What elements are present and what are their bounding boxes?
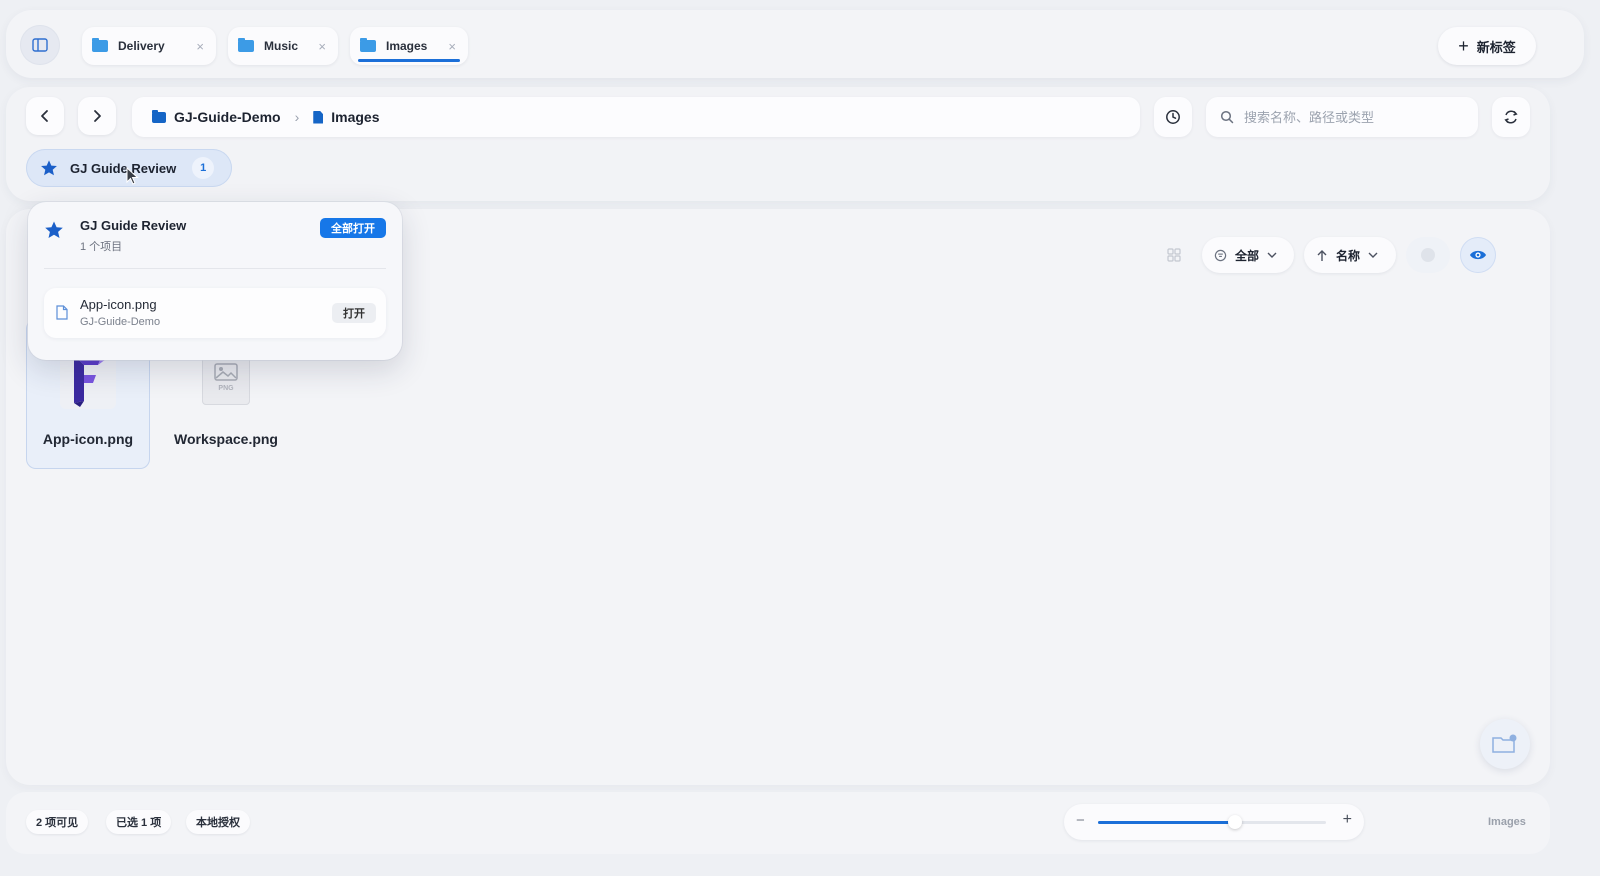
popover-title: GJ Guide Review	[80, 218, 187, 233]
zoom-slider[interactable]	[1098, 815, 1326, 829]
status-bar: 2 项可见 已选 1 项 本地授权 − + Images	[6, 792, 1550, 854]
zoom-out-button[interactable]: −	[1076, 812, 1085, 829]
license-badge: 本地授权	[186, 810, 250, 834]
sort-dropdown[interactable]: 名称	[1304, 237, 1396, 273]
back-button[interactable]	[26, 97, 64, 135]
search-icon	[1220, 110, 1234, 124]
tab-music[interactable]: Music ×	[228, 27, 338, 65]
visibility-button[interactable]	[1460, 237, 1496, 273]
filter-label: 全部	[1235, 248, 1260, 263]
sort-label: 名称	[1336, 248, 1361, 263]
breadcrumb-item-current[interactable]: Images	[313, 109, 380, 125]
filter-dropdown[interactable]: 全部	[1202, 237, 1294, 273]
selected-count-badge: 已选 1 项	[106, 810, 172, 834]
grid-icon	[1167, 248, 1181, 262]
plus-icon: +	[1458, 36, 1469, 56]
clock-icon	[1166, 110, 1180, 124]
popover-item-name: App-icon.png	[80, 297, 157, 312]
star-icon	[41, 160, 57, 176]
favorites-popover: GJ Guide Review 1 个项目 全部打开 App-icon.png …	[28, 202, 402, 360]
folder-add-icon	[1492, 734, 1517, 753]
breadcrumb-item-root[interactable]: GJ-Guide-Demo	[152, 109, 281, 125]
favorite-count-badge: 1	[192, 157, 215, 179]
zoom-slider-handle[interactable]	[1227, 815, 1242, 829]
tab-images[interactable]: Images ×	[350, 27, 468, 65]
favorite-chip-label: GJ Guide Review	[70, 160, 177, 176]
search-field	[1206, 97, 1478, 137]
sync-button[interactable]	[1492, 97, 1530, 137]
toggle-knob-icon	[1421, 248, 1435, 262]
sidebar-toggle-button[interactable]	[20, 25, 60, 65]
image-icon	[214, 362, 238, 381]
tab-delivery[interactable]: Delivery ×	[82, 27, 216, 65]
tab-bar: Delivery × Music × Images × + 新标签	[6, 10, 1584, 78]
chevron-down-icon	[1368, 252, 1378, 258]
address-toolbar: GJ-Guide-Demo › Images GJ Guide Review 1	[6, 87, 1550, 201]
eye-icon	[1470, 250, 1486, 260]
chevron-right-icon	[94, 110, 101, 122]
close-icon[interactable]: ×	[448, 39, 456, 54]
popover-item-path: GJ-Guide-Demo	[80, 316, 161, 328]
search-input[interactable]	[1244, 109, 1464, 125]
document-icon	[56, 305, 68, 320]
star-icon	[45, 221, 63, 238]
preview-toggle[interactable]	[1406, 237, 1450, 273]
new-tab-button[interactable]: + 新标签	[1438, 27, 1536, 65]
tab-label: Music	[264, 39, 299, 53]
breadcrumb-label: Images	[331, 109, 380, 125]
folder-icon	[238, 38, 254, 52]
folder-icon	[92, 38, 108, 52]
open-button[interactable]: 打开	[332, 303, 376, 323]
breadcrumb: GJ-Guide-Demo › Images	[132, 97, 1140, 137]
tab-label: Images	[386, 39, 428, 53]
open-all-button[interactable]: 全部打开	[320, 218, 386, 238]
popover-subtitle: 1 个项目	[80, 241, 123, 253]
mouse-cursor-icon	[126, 167, 139, 185]
history-button[interactable]	[1154, 97, 1192, 137]
visible-count-badge: 2 项可见	[26, 810, 89, 834]
document-icon	[313, 110, 324, 124]
close-icon[interactable]: ×	[318, 39, 326, 54]
chevron-down-icon	[1267, 252, 1277, 258]
file-name: App-icon.png	[42, 431, 134, 447]
forward-button[interactable]	[78, 97, 116, 135]
chevron-right-icon: ›	[294, 109, 300, 125]
arrow-up-icon	[1317, 249, 1327, 261]
tab-label: Delivery	[118, 39, 165, 53]
close-icon[interactable]: ×	[196, 39, 204, 54]
chevron-left-icon	[41, 110, 48, 122]
folder-icon	[152, 109, 166, 123]
refresh-icon	[1504, 110, 1518, 124]
app-window: Delivery × Music × Images × + 新标签 GJ-Gui…	[6, 10, 1584, 872]
divider	[44, 268, 386, 269]
view-toolbar: 全部 名称	[1156, 237, 1496, 273]
new-folder-button[interactable]	[1480, 719, 1530, 769]
filter-icon	[1214, 249, 1227, 261]
current-location-label: Images	[1488, 816, 1526, 828]
zoom-in-button[interactable]: +	[1343, 811, 1352, 829]
file-name: Workspace.png	[174, 431, 278, 447]
new-tab-label: 新标签	[1476, 39, 1516, 55]
breadcrumb-label: GJ-Guide-Demo	[174, 109, 281, 125]
file-type-tag: PNG	[218, 384, 234, 392]
sidebar-icon	[32, 38, 48, 52]
grid-view-button[interactable]	[1156, 237, 1192, 273]
zoom-control: − +	[1064, 804, 1364, 840]
popover-list-item[interactable]: App-icon.png GJ-Guide-Demo 打开	[44, 288, 386, 338]
folder-icon	[360, 38, 376, 52]
zoom-slider-fill	[1098, 821, 1235, 824]
